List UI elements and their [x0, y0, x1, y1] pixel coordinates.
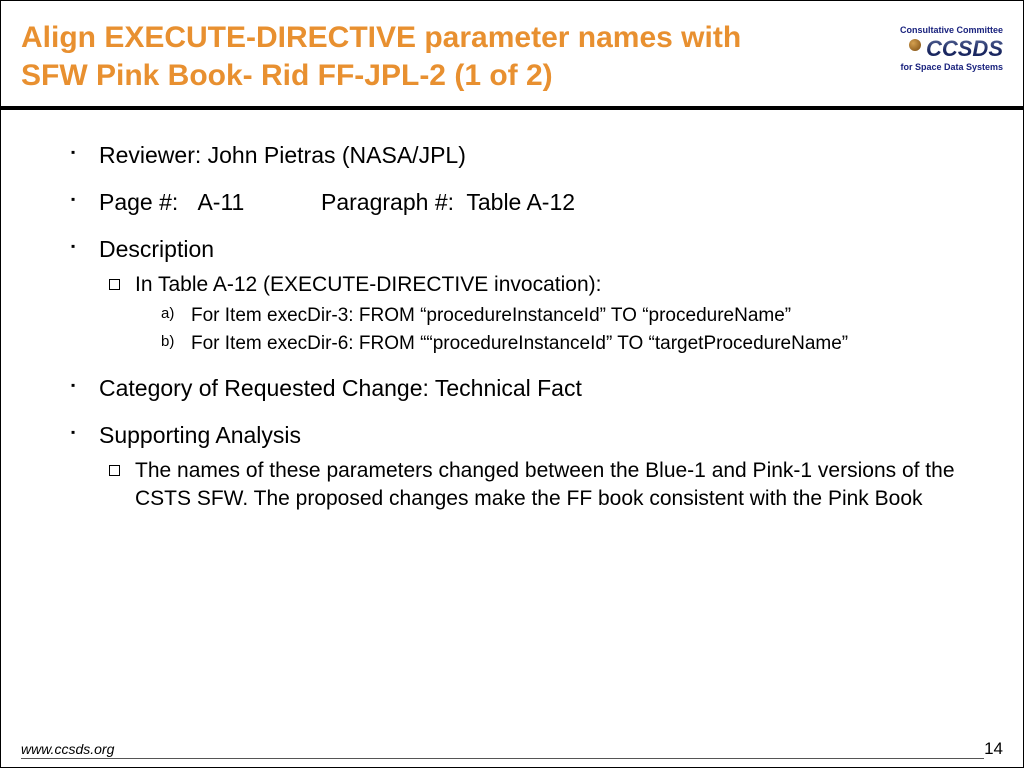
logo-acronym: CCSDS: [926, 36, 1003, 62]
bullet-reviewer: Reviewer: John Pietras (NASA/JPL): [71, 140, 973, 171]
bullet-supporting: Supporting Analysis The names of these p…: [71, 420, 973, 514]
supporting-label: Supporting Analysis: [99, 422, 301, 448]
marker-b: b): [161, 332, 174, 352]
bullet-category: Category of Requested Change: Technical …: [71, 373, 973, 404]
description-label: Description: [99, 236, 214, 262]
bullet-description: Description In Table A-12 (EXECUTE-DIREC…: [71, 234, 973, 357]
slide-footer: www.ccsds.org 14: [1, 739, 1023, 759]
main-bullet-list: Reviewer: John Pietras (NASA/JPL) Page #…: [71, 140, 973, 514]
alpha-list: a) For Item execDir-3: FROM “procedureIns…: [161, 303, 973, 356]
alpha-item-b: b) For Item execDir-6: FROM ““procedureIn…: [161, 331, 973, 357]
alpha-b-text: For Item execDir-6: FROM ““procedureInst…: [191, 333, 848, 354]
slide-title: Align EXECUTE-DIRECTIVE parameter names …: [21, 19, 781, 94]
footer-url: www.ccsds.org: [21, 741, 984, 759]
slide-content: Reviewer: John Pietras (NASA/JPL) Page #…: [1, 110, 1023, 514]
bullet-page-paragraph: Page #: A-11 Paragraph #: Table A-12: [71, 187, 973, 218]
alpha-a-text: For Item execDir-3: FROM “procedureInsta…: [191, 305, 791, 326]
description-sub-item: In Table A-12 (EXECUTE-DIRECTIVE invocat…: [103, 271, 973, 357]
slide-header: Align EXECUTE-DIRECTIVE parameter names …: [1, 1, 1023, 110]
ccsds-logo: Consultative Committee CCSDS for Space D…: [900, 25, 1003, 73]
page-number: 14: [984, 739, 1003, 759]
logo-tagline-bottom: for Space Data Systems: [900, 62, 1003, 72]
supporting-sublist: The names of these parameters changed be…: [99, 457, 973, 514]
logo-tagline-top: Consultative Committee: [900, 25, 1003, 35]
logo-sphere-icon: [909, 39, 921, 51]
alpha-item-a: a) For Item execDir-3: FROM “procedureIns…: [161, 303, 973, 329]
logo-main: CCSDS: [909, 36, 1003, 62]
desc-sub-text: In Table A-12 (EXECUTE-DIRECTIVE invocat…: [135, 273, 601, 296]
marker-a: a): [161, 304, 174, 324]
description-sublist: In Table A-12 (EXECUTE-DIRECTIVE invocat…: [99, 271, 973, 357]
supporting-sub-item: The names of these parameters changed be…: [103, 457, 973, 514]
